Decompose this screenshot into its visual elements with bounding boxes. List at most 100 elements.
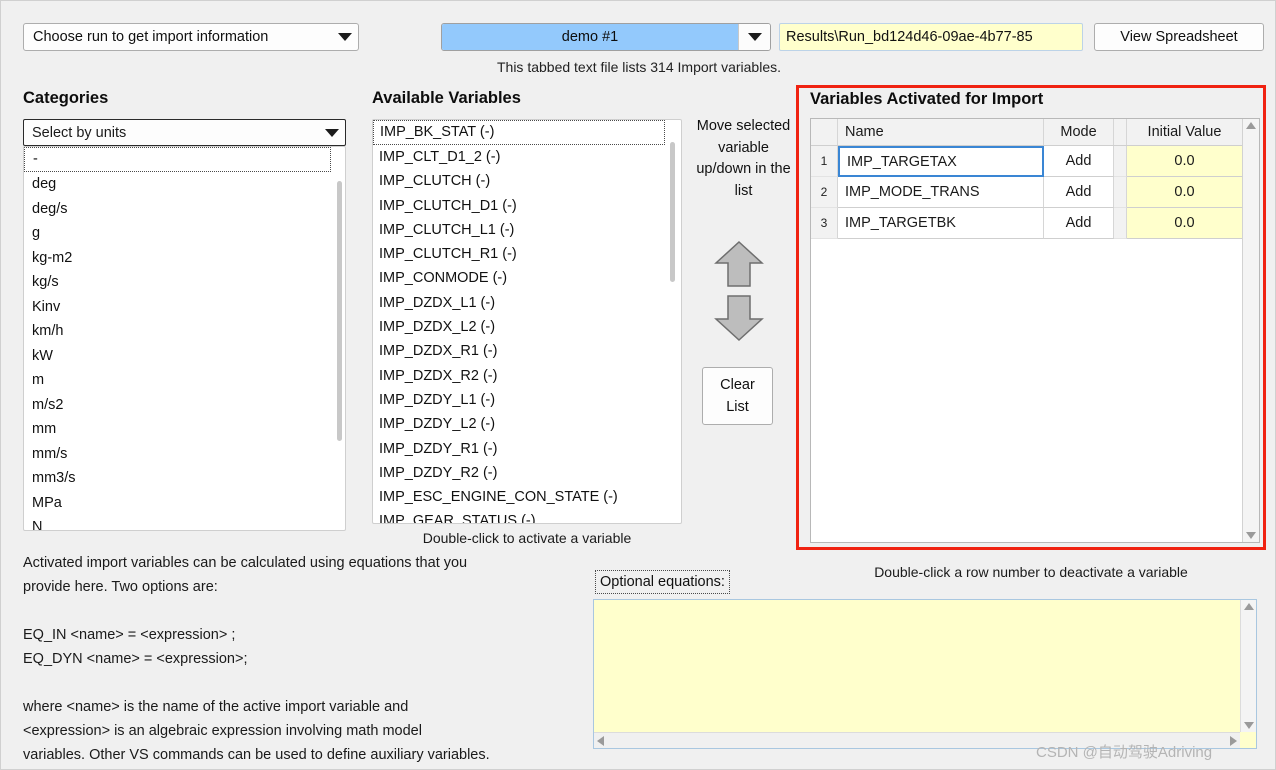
row-initial-value[interactable]: 0.0 (1127, 208, 1242, 239)
activated-grid-scrollbar[interactable] (1242, 119, 1259, 542)
run-name-dropdown[interactable]: demo #1 (441, 23, 771, 51)
available-variable-item[interactable]: IMP_CLUTCH (-) (373, 169, 665, 193)
available-variable-item[interactable]: IMP_DZDX_R2 (-) (373, 364, 665, 388)
available-variable-item[interactable]: IMP_DZDX_L1 (-) (373, 291, 665, 315)
category-item[interactable]: deg/s (24, 197, 331, 222)
activated-variables-hint: Double-click a row number to deactivate … (874, 564, 1188, 580)
category-item[interactable]: mm (24, 417, 331, 442)
category-selector-dropdown[interactable]: Select by units (23, 119, 346, 146)
equations-vertical-scrollbar[interactable] (1240, 600, 1256, 732)
available-variable-item[interactable]: IMP_DZDY_R2 (-) (373, 461, 665, 485)
available-variable-item[interactable]: IMP_DZDY_L2 (-) (373, 412, 665, 436)
category-item[interactable]: m (24, 368, 331, 393)
available-variable-item[interactable]: IMP_CLUTCH_L1 (-) (373, 218, 665, 242)
available-variable-item[interactable]: IMP_DZDY_L1 (-) (373, 388, 665, 412)
activated-variables-grid-container: Name Mode Initial Value 1 IMP_TARGETAX Add… (810, 118, 1260, 543)
row-mode[interactable]: Add (1044, 146, 1114, 177)
grid-header-name: Name (838, 119, 1044, 145)
grid-header-row: Name Mode Initial Value (811, 119, 1242, 146)
toolbar: Choose run to get import information dem… (1, 1, 1276, 53)
scroll-up-icon[interactable] (1243, 603, 1254, 610)
scroll-down-icon[interactable] (1243, 722, 1254, 729)
results-path-value: Results\Run_bd124d46-09ae-4b77-85 (786, 29, 1033, 45)
scroll-left-icon[interactable] (597, 735, 604, 746)
category-item[interactable]: m/s2 (24, 393, 331, 418)
available-variable-item[interactable]: IMP_CLT_D1_2 (-) (373, 145, 665, 169)
row-initial-value[interactable]: 0.0 (1127, 177, 1242, 208)
category-item[interactable]: kW (24, 344, 331, 369)
categories-scrollbar-thumb[interactable] (337, 181, 342, 441)
table-row[interactable]: 3 IMP_TARGETBK Add 0.0 (811, 208, 1242, 239)
activated-variables-panel: Variables Activated for Import Name Mode… (796, 85, 1266, 550)
activated-variables-grid[interactable]: Name Mode Initial Value 1 IMP_TARGETAX Add… (811, 119, 1242, 542)
categories-listbox[interactable]: - deg deg/s g kg-m2 kg/s Kinv km/h kW m m/s2 mm mm/s… (23, 146, 346, 531)
move-instructions: Move selected variable up/down in the li… (696, 118, 791, 199)
available-variables-listbox[interactable]: IMP_BK_STAT (-) IMP_CLT_D1_2 (-) IMP_CLUTC… (372, 119, 682, 524)
row-gap (1114, 177, 1127, 208)
chevron-down-icon (338, 33, 352, 41)
chevron-down-icon (325, 128, 339, 137)
scroll-right-icon[interactable] (1230, 735, 1237, 746)
scroll-up-icon[interactable] (1246, 122, 1256, 129)
import-variables-window: Choose run to get import information dem… (0, 0, 1276, 770)
row-number[interactable]: 2 (811, 177, 838, 208)
row-mode[interactable]: Add (1044, 208, 1114, 239)
available-variables-hint: Double-click to activate a variable (422, 530, 632, 546)
available-variable-item[interactable]: IMP_DZDX_R1 (-) (373, 339, 665, 363)
optional-equations-field[interactable] (593, 599, 1257, 749)
available-variable-item[interactable]: IMP_CLUTCH_D1 (-) (373, 194, 665, 218)
category-item[interactable]: mm3/s (24, 466, 331, 491)
move-up-button[interactable] (714, 240, 764, 292)
view-spreadsheet-label: View Spreadsheet (1120, 29, 1238, 45)
available-variables-scrollbar-thumb[interactable] (670, 142, 675, 282)
row-number[interactable]: 1 (811, 146, 838, 177)
category-selector-value: Select by units (32, 124, 127, 141)
row-gap (1114, 146, 1127, 177)
run-name-value: demo #1 (442, 24, 738, 50)
available-variable-item[interactable]: IMP_ESC_ENGINE_CON_STATE (-) (373, 485, 665, 509)
category-item[interactable]: Kinv (24, 295, 331, 320)
optional-equations-label: Optional equations: (595, 570, 730, 594)
available-variable-item[interactable]: IMP_CLUTCH_R1 (-) (373, 242, 665, 266)
row-variable-name[interactable]: IMP_MODE_TRANS (838, 177, 1044, 208)
grid-header-rownum (811, 119, 838, 145)
category-item[interactable]: mm/s (24, 442, 331, 467)
row-variable-name[interactable]: IMP_TARGETAX (838, 146, 1044, 177)
optional-equations-textarea[interactable] (594, 600, 1240, 732)
available-variable-item[interactable]: IMP_DZDY_R1 (-) (373, 437, 665, 461)
available-variables-heading: Available Variables (372, 89, 521, 107)
table-row[interactable]: 1 IMP_TARGETAX Add 0.0 (811, 146, 1242, 177)
grid-header-mode: Mode (1044, 119, 1114, 145)
category-item[interactable]: km/h (24, 319, 331, 344)
row-initial-value[interactable]: 0.0 (1127, 146, 1242, 177)
move-down-button[interactable] (714, 294, 764, 346)
category-item[interactable]: kg-m2 (24, 246, 331, 271)
row-number[interactable]: 3 (811, 208, 838, 239)
results-path-field[interactable]: Results\Run_bd124d46-09ae-4b77-85 (779, 23, 1083, 51)
chevron-down-icon (747, 33, 762, 41)
category-item[interactable]: g (24, 221, 331, 246)
table-row[interactable]: 2 IMP_MODE_TRANS Add 0.0 (811, 177, 1242, 208)
category-item[interactable]: MPa (24, 491, 331, 516)
category-item[interactable]: - (24, 147, 331, 172)
row-mode[interactable]: Add (1044, 177, 1114, 208)
watermark: CSDN @自动驾驶Adriving (1036, 744, 1213, 761)
clear-list-label-line2: List (726, 399, 749, 415)
available-variable-item[interactable]: IMP_GEAR_STATUS (-) (373, 509, 665, 523)
run-selector-dropdown[interactable]: Choose run to get import information (23, 23, 359, 51)
available-variable-item[interactable]: IMP_DZDX_L2 (-) (373, 315, 665, 339)
available-variable-item[interactable]: IMP_CONMODE (-) (373, 266, 665, 290)
grid-header-gap (1114, 119, 1127, 145)
category-item[interactable]: deg (24, 172, 331, 197)
run-name-dropdown-button[interactable] (738, 24, 770, 50)
clear-list-button[interactable]: Clear List (702, 367, 773, 425)
available-variable-item[interactable]: IMP_BK_STAT (-) (373, 120, 665, 145)
view-spreadsheet-button[interactable]: View Spreadsheet (1094, 23, 1264, 51)
row-variable-name[interactable]: IMP_TARGETBK (838, 208, 1044, 239)
arrow-down-icon (714, 295, 764, 342)
scroll-down-icon[interactable] (1246, 532, 1256, 539)
category-item[interactable]: kg/s (24, 270, 331, 295)
category-item[interactable]: N (24, 515, 331, 530)
clear-list-label-line1: Clear (720, 377, 755, 393)
run-selector-label: Choose run to get import information (33, 29, 269, 45)
